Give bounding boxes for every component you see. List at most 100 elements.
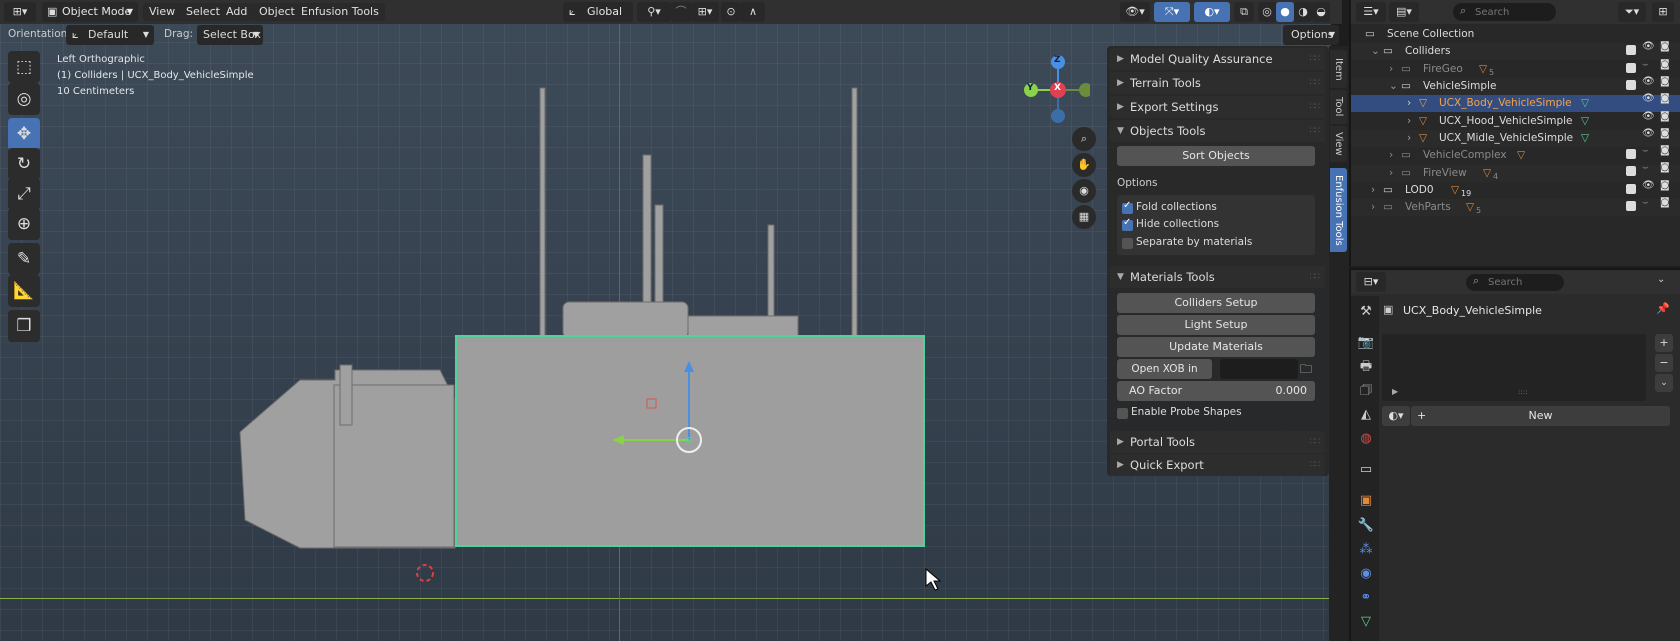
hidden-icon[interactable]: ⌣ — [1642, 162, 1649, 173]
camera-icon[interactable]: ◙ — [1660, 111, 1670, 122]
add-cube-tool[interactable]: ❒ — [8, 310, 40, 342]
camera-icon[interactable]: ◙ — [1660, 197, 1670, 208]
camera-icon[interactable]: ◙ — [1660, 128, 1670, 139]
open-xob-button[interactable]: Open XOB in Wor... — [1117, 359, 1212, 395]
object-tab-icon[interactable]: ▣ — [1356, 491, 1376, 511]
tab-enfusion-tools[interactable]: Enfusion Tools — [1330, 168, 1347, 252]
exclude-checkbox[interactable] — [1626, 201, 1636, 211]
snap-toggle[interactable]: ⌒ — [671, 2, 691, 22]
camera-icon[interactable]: ◙ — [1660, 145, 1670, 156]
outliner-editor-button[interactable]: ☰▾ — [1356, 2, 1386, 22]
add-slot-button[interactable]: + — [1655, 334, 1673, 352]
panel-model-quality[interactable]: ▶ Model Quality Assurance ∷∷ — [1110, 48, 1325, 70]
overlay-toggle[interactable]: ◐▾ — [1194, 2, 1230, 22]
panel-materials-tools[interactable]: ▼ Materials Tools ∷∷ — [1110, 266, 1325, 288]
hidden-icon[interactable]: ⌣ — [1642, 197, 1649, 208]
visibility-dropdown[interactable]: 👁▾ — [1120, 2, 1150, 22]
eye-icon[interactable]: 👁 — [1642, 76, 1655, 87]
physics-tab-icon[interactable]: ◉ — [1356, 564, 1376, 584]
pin-icon[interactable]: 📌 — [1656, 302, 1670, 315]
annotate-tool[interactable]: ✎ — [8, 243, 40, 275]
camera-icon[interactable]: ◙ — [1660, 76, 1670, 87]
sort-objects-button[interactable]: Sort Objects — [1117, 146, 1315, 166]
menu-add[interactable]: Add — [220, 3, 254, 21]
transform-tool[interactable]: ⊕ — [8, 208, 40, 240]
pivot-point-dropdown[interactable]: ⚲▾ — [637, 2, 671, 22]
separate-materials-checkbox[interactable] — [1122, 238, 1133, 249]
particles-tab-icon[interactable]: ⁂ — [1356, 540, 1376, 560]
light-setup-button[interactable]: Light Setup — [1117, 315, 1315, 335]
material-slot-list[interactable]: ▶ :::: — [1382, 334, 1646, 401]
exclude-checkbox[interactable] — [1626, 149, 1636, 159]
outliner-row[interactable]: ▭ Scene Collection — [1351, 26, 1680, 43]
measure-tool[interactable]: 📐 — [8, 275, 40, 307]
scene-tab-icon[interactable]: ◭ — [1356, 405, 1376, 425]
camera-icon[interactable]: ◙ — [1660, 162, 1670, 173]
transform-orientation-dropdown[interactable]: ⟀ Global — [563, 2, 633, 22]
ao-factor-field[interactable]: AO Factor 0.000 — [1117, 381, 1315, 401]
shading-solid[interactable]: ● — [1276, 2, 1294, 22]
shading-wireframe[interactable]: ◎ — [1258, 2, 1276, 22]
material-browse-button[interactable]: ◐▾ — [1382, 406, 1410, 426]
eye-icon[interactable]: 👁 — [1642, 180, 1655, 191]
panel-export-settings[interactable]: ▶ Export Settings ∷∷ — [1110, 96, 1325, 118]
options-dropdown[interactable]: Options ▼ — [1283, 25, 1339, 45]
exclude-checkbox[interactable] — [1626, 80, 1636, 90]
camera-view-icon[interactable]: ◉ — [1072, 179, 1096, 203]
slot-specials-button[interactable]: ⌄ — [1655, 374, 1673, 392]
ortho-grid-icon[interactable]: ▦ — [1072, 205, 1096, 229]
enable-probe-checkbox[interactable] — [1117, 408, 1128, 419]
constraints-tab-icon[interactable]: ⚭ — [1356, 588, 1376, 608]
hidden-icon[interactable]: ⌣ — [1642, 59, 1649, 70]
zoom-icon[interactable]: ⌕ — [1072, 127, 1096, 151]
select-box-tool[interactable]: ⬚ — [8, 51, 40, 83]
editor-type-button[interactable]: ⊞▾ — [4, 2, 36, 22]
update-materials-button[interactable]: Update Materials — [1117, 337, 1315, 357]
properties-search[interactable]: ⌕ — [1466, 274, 1564, 291]
outliner-search-input[interactable] — [1475, 5, 1551, 19]
tool-tab-icon[interactable]: ⚒ — [1356, 302, 1376, 322]
collection-tab-icon[interactable]: ▭ — [1356, 460, 1376, 480]
hidden-icon[interactable]: ⌣ — [1642, 145, 1649, 156]
scale-tool[interactable]: ⤢ — [8, 178, 40, 210]
rotate-tool[interactable]: ↻ — [8, 148, 40, 180]
properties-search-input[interactable] — [1488, 276, 1558, 289]
eye-icon[interactable]: 👁 — [1642, 128, 1655, 139]
panel-objects-tools[interactable]: ▼ Objects Tools ∷∷ — [1110, 120, 1325, 142]
orientation-dropdown[interactable]: ⟀ Default ▼ — [66, 25, 154, 45]
panel-quick-export[interactable]: ▶ Quick Export ∷∷ — [1110, 454, 1325, 476]
camera-icon[interactable]: ◙ — [1660, 41, 1670, 52]
tab-view[interactable]: View — [1330, 126, 1347, 162]
colliders-setup-button[interactable]: Colliders Setup — [1117, 293, 1315, 313]
render-tab-icon[interactable]: 📷 — [1356, 333, 1376, 353]
outliner-search[interactable]: ⌕ — [1453, 3, 1556, 21]
menu-view[interactable]: View — [143, 3, 182, 21]
navigation-gizmo[interactable]: Z Y X — [1020, 52, 1093, 124]
chevron-down-icon[interactable]: ⌄ — [1657, 274, 1665, 285]
data-tab-icon[interactable]: ▽ — [1356, 612, 1376, 632]
display-mode-button[interactable]: ▤▾ — [1389, 2, 1419, 22]
folder-icon[interactable]: 🗀 — [1300, 359, 1316, 379]
falloff-dropdown[interactable]: ∧ — [741, 2, 765, 22]
world-tab-icon[interactable]: ◍ — [1356, 429, 1376, 449]
new-collection-icon[interactable]: ⊞ — [1652, 2, 1674, 22]
tab-tool[interactable]: Tool — [1330, 90, 1347, 124]
filter-icon[interactable]: ⏷▾ — [1618, 2, 1646, 22]
exclude-checkbox[interactable] — [1626, 184, 1636, 194]
panel-terrain-tools[interactable]: ▶ Terrain Tools ∷∷ — [1110, 72, 1325, 94]
pan-hand-icon[interactable]: ✋ — [1072, 153, 1096, 177]
proportional-edit-toggle[interactable]: ⊙ — [721, 2, 741, 22]
view-layer-tab-icon[interactable]: 🗇 — [1356, 381, 1376, 401]
eye-icon[interactable]: 👁 — [1642, 93, 1655, 104]
camera-icon[interactable]: ◙ — [1660, 59, 1670, 70]
tab-item[interactable]: Item — [1330, 50, 1347, 88]
shading-rendered[interactable]: ◒ — [1312, 2, 1330, 22]
camera-icon[interactable]: ◙ — [1660, 93, 1670, 104]
resize-grip-icon[interactable]: :::: — [1518, 388, 1527, 396]
menu-enfusion-tools[interactable]: Enfusion Tools — [295, 3, 385, 21]
camera-icon[interactable]: ◙ — [1660, 180, 1670, 191]
fold-collections-checkbox[interactable] — [1122, 200, 1133, 214]
xob-path-field[interactable] — [1220, 359, 1298, 379]
eye-icon[interactable]: 👁 — [1642, 111, 1655, 122]
hide-collections-checkbox[interactable] — [1122, 217, 1133, 231]
